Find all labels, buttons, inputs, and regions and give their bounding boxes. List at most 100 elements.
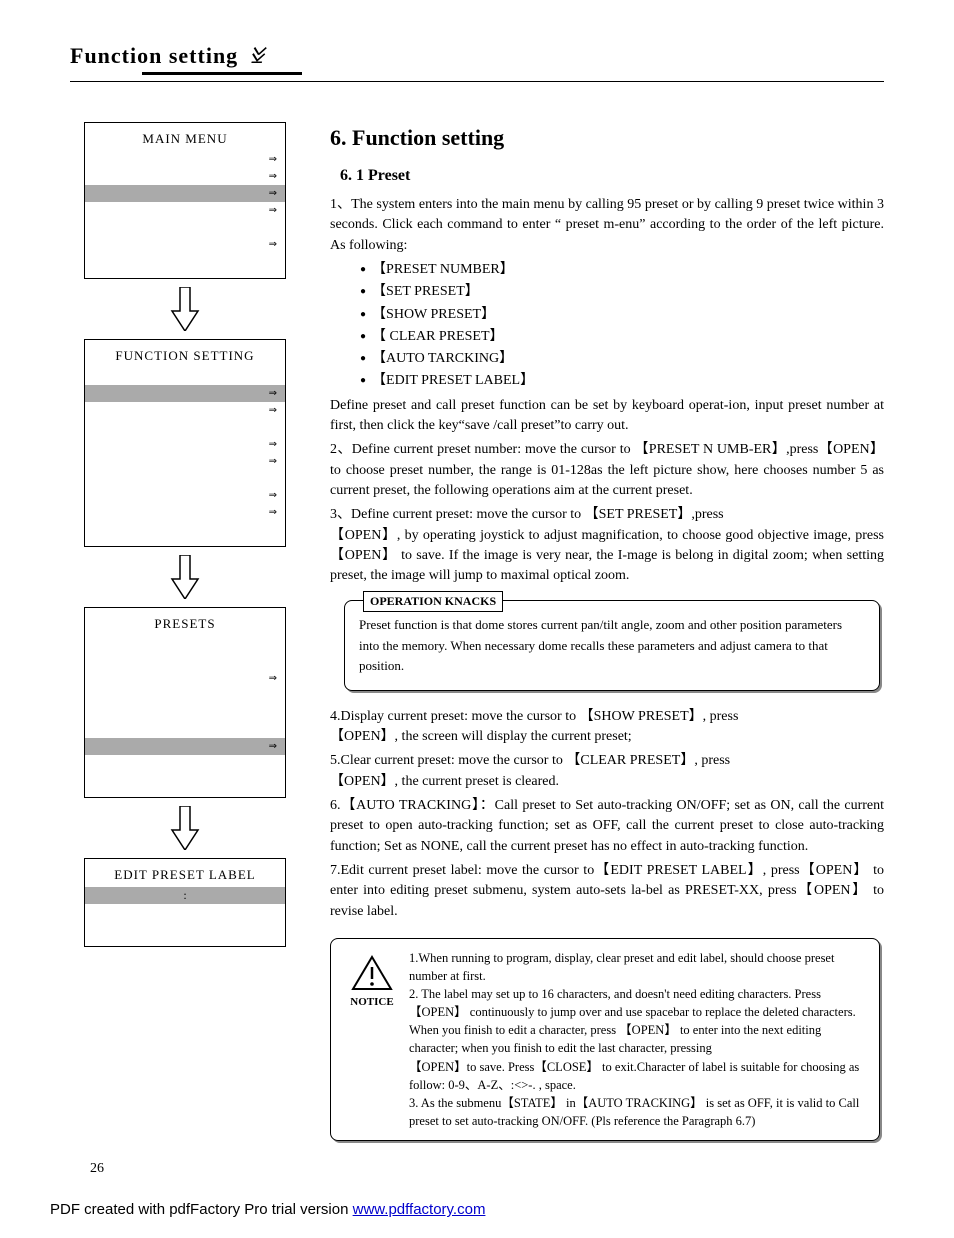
bullet-text: 【AUTO TARCKING】 bbox=[372, 349, 513, 369]
paragraph-7: 7.Edit current preset label: move the cu… bbox=[330, 861, 884, 922]
right-column: 6. Function setting 6. 1 Preset 1、The sy… bbox=[330, 122, 884, 1141]
notice-text: 1.When running to program, display, clea… bbox=[409, 949, 867, 1130]
bullet-dot-icon: ● bbox=[360, 263, 366, 278]
right-arrow-icon: ⇒ bbox=[269, 154, 277, 165]
paragraph-4: 4.Display current preset: move the curso… bbox=[330, 707, 884, 748]
right-arrow-icon: ⇒ bbox=[269, 439, 277, 450]
header-title: Function setting bbox=[70, 43, 238, 68]
header-flourish-icon: 𐠃 bbox=[248, 43, 265, 68]
header-underline bbox=[142, 72, 302, 75]
function-menu-row bbox=[85, 419, 285, 436]
paragraph-5: 5.Clear current preset: move the cursor … bbox=[330, 751, 884, 792]
paragraph-6: 6.【AUTO TRACKING】：Call preset to Set aut… bbox=[330, 796, 884, 857]
right-arrow-icon: ⇒ bbox=[269, 388, 277, 399]
bullet-dot-icon: ● bbox=[360, 308, 366, 323]
presets-menu-row bbox=[85, 755, 285, 772]
right-arrow-icon: ⇒ bbox=[269, 188, 277, 199]
edit-preset-label-title: EDIT PRESET LABEL bbox=[85, 867, 285, 883]
paragraph-3: 3、Define current preset: move the cursor… bbox=[330, 505, 884, 586]
bullet-dot-icon: ● bbox=[360, 374, 366, 389]
right-arrow-icon: ⇒ bbox=[269, 205, 277, 216]
presets-menu-row bbox=[85, 636, 285, 653]
left-column: MAIN MENU ⇒⇒⇒⇒⇒ FUNCTION SETTING ⇒⇒⇒⇒⇒⇒ … bbox=[70, 122, 300, 1141]
subsection-heading: 6. 1 Preset bbox=[340, 164, 884, 187]
bullet-text: 【SHOW PRESET】 bbox=[372, 305, 495, 325]
notice-box: NOTICE 1.When running to program, displa… bbox=[330, 938, 880, 1141]
down-arrow-icon bbox=[170, 287, 200, 331]
function-setting-box: FUNCTION SETTING ⇒ ⇒ ⇒ ⇒ ⇒ ⇒ bbox=[84, 339, 286, 547]
bullet-dot-icon: ● bbox=[360, 330, 366, 345]
right-arrow-icon: ⇒ bbox=[269, 456, 277, 467]
presets-menu-row bbox=[85, 704, 285, 721]
main-menu-row: ⇒ bbox=[85, 236, 285, 253]
edit-menu-row: : bbox=[85, 887, 285, 904]
presets-title: PRESETS bbox=[85, 616, 285, 632]
right-arrow-icon: ⇒ bbox=[269, 239, 277, 250]
footer-text: PDF created with pdfFactory Pro trial ve… bbox=[50, 1201, 353, 1218]
bullet-item: ● 【 CLEAR PRESET】 bbox=[360, 327, 884, 347]
bullet-text: 【 CLEAR PRESET】 bbox=[372, 327, 503, 347]
function-menu-row bbox=[85, 470, 285, 487]
right-arrow-icon: ⇒ bbox=[269, 741, 277, 752]
presets-menu-row bbox=[85, 653, 285, 670]
pdf-footer: PDF created with pdfFactory Pro trial ve… bbox=[50, 1201, 884, 1218]
main-menu-row: ⇒ bbox=[85, 202, 285, 219]
function-menu-row: ⇒ bbox=[85, 487, 285, 504]
function-menu-row: ⇒ bbox=[85, 402, 285, 419]
bullet-dot-icon: ● bbox=[360, 285, 366, 300]
paragraph-define: Define preset and call preset function c… bbox=[330, 396, 884, 437]
bullet-dot-icon: ● bbox=[360, 352, 366, 367]
menu-row-text: : bbox=[183, 888, 186, 903]
bullet-item: ● 【SET PRESET】 bbox=[360, 282, 884, 302]
right-arrow-icon: ⇒ bbox=[269, 507, 277, 518]
paragraph-1: 1、The system enters into the main menu b… bbox=[330, 195, 884, 256]
function-setting-title: FUNCTION SETTING bbox=[85, 348, 285, 364]
bullet-item: ● 【PRESET NUMBER】 bbox=[360, 260, 884, 280]
function-menu-row: ⇒ bbox=[85, 385, 285, 402]
page-header: Function setting 𐠃 bbox=[70, 40, 884, 82]
presets-menu-row: ⇒ bbox=[85, 670, 285, 687]
paragraph-2: 2、Define current preset number: move the… bbox=[330, 440, 884, 501]
bullet-text: 【EDIT PRESET LABEL】 bbox=[372, 371, 534, 391]
right-arrow-icon: ⇒ bbox=[269, 673, 277, 684]
presets-box: PRESETS ⇒ ⇒ bbox=[84, 607, 286, 798]
bullet-list: ● 【PRESET NUMBER】 ● 【SET PRESET】 ● 【SHOW PRES… bbox=[360, 260, 884, 392]
presets-menu-row: ⇒ bbox=[85, 738, 285, 755]
footer-link[interactable]: www.pdffactory.com bbox=[353, 1201, 486, 1218]
down-arrow-icon bbox=[170, 555, 200, 599]
function-menu-row: ⇒ bbox=[85, 436, 285, 453]
main-menu-title: MAIN MENU bbox=[85, 131, 285, 147]
page-number: 26 bbox=[90, 1161, 884, 1177]
notice-label: NOTICE bbox=[350, 995, 393, 1011]
main-menu-row: ⇒ bbox=[85, 185, 285, 202]
warning-icon bbox=[351, 955, 393, 991]
function-menu-row bbox=[85, 368, 285, 385]
presets-menu-row bbox=[85, 772, 285, 789]
operation-knacks-box: OPERATION KNACKS Preset function is that… bbox=[344, 600, 880, 690]
bullet-text: 【SET PRESET】 bbox=[372, 282, 479, 302]
operation-knacks-label: OPERATION KNACKS bbox=[363, 591, 503, 612]
function-menu-row bbox=[85, 521, 285, 538]
main-menu-row bbox=[85, 253, 285, 270]
main-menu-row: ⇒ bbox=[85, 168, 285, 185]
edit-menu-row bbox=[85, 904, 285, 921]
right-arrow-icon: ⇒ bbox=[269, 171, 277, 182]
function-menu-row: ⇒ bbox=[85, 504, 285, 521]
main-menu-row bbox=[85, 219, 285, 236]
bullet-text: 【PRESET NUMBER】 bbox=[372, 260, 514, 280]
function-menu-row: ⇒ bbox=[85, 453, 285, 470]
section-heading: 6. Function setting bbox=[330, 122, 884, 154]
bullet-item: ● 【EDIT PRESET LABEL】 bbox=[360, 371, 884, 391]
bullet-item: ● 【AUTO TARCKING】 bbox=[360, 349, 884, 369]
edit-menu-row bbox=[85, 921, 285, 938]
down-arrow-icon bbox=[170, 806, 200, 850]
presets-menu-row bbox=[85, 687, 285, 704]
right-arrow-icon: ⇒ bbox=[269, 405, 277, 416]
presets-menu-row bbox=[85, 721, 285, 738]
main-menu-row: ⇒ bbox=[85, 151, 285, 168]
right-arrow-icon: ⇒ bbox=[269, 490, 277, 501]
operation-knacks-text: Preset function is that dome stores curr… bbox=[359, 615, 865, 675]
edit-preset-label-box: EDIT PRESET LABEL : bbox=[84, 858, 286, 947]
bullet-item: ● 【SHOW PRESET】 bbox=[360, 305, 884, 325]
main-menu-box: MAIN MENU ⇒ ⇒ ⇒ ⇒ ⇒ bbox=[84, 122, 286, 279]
